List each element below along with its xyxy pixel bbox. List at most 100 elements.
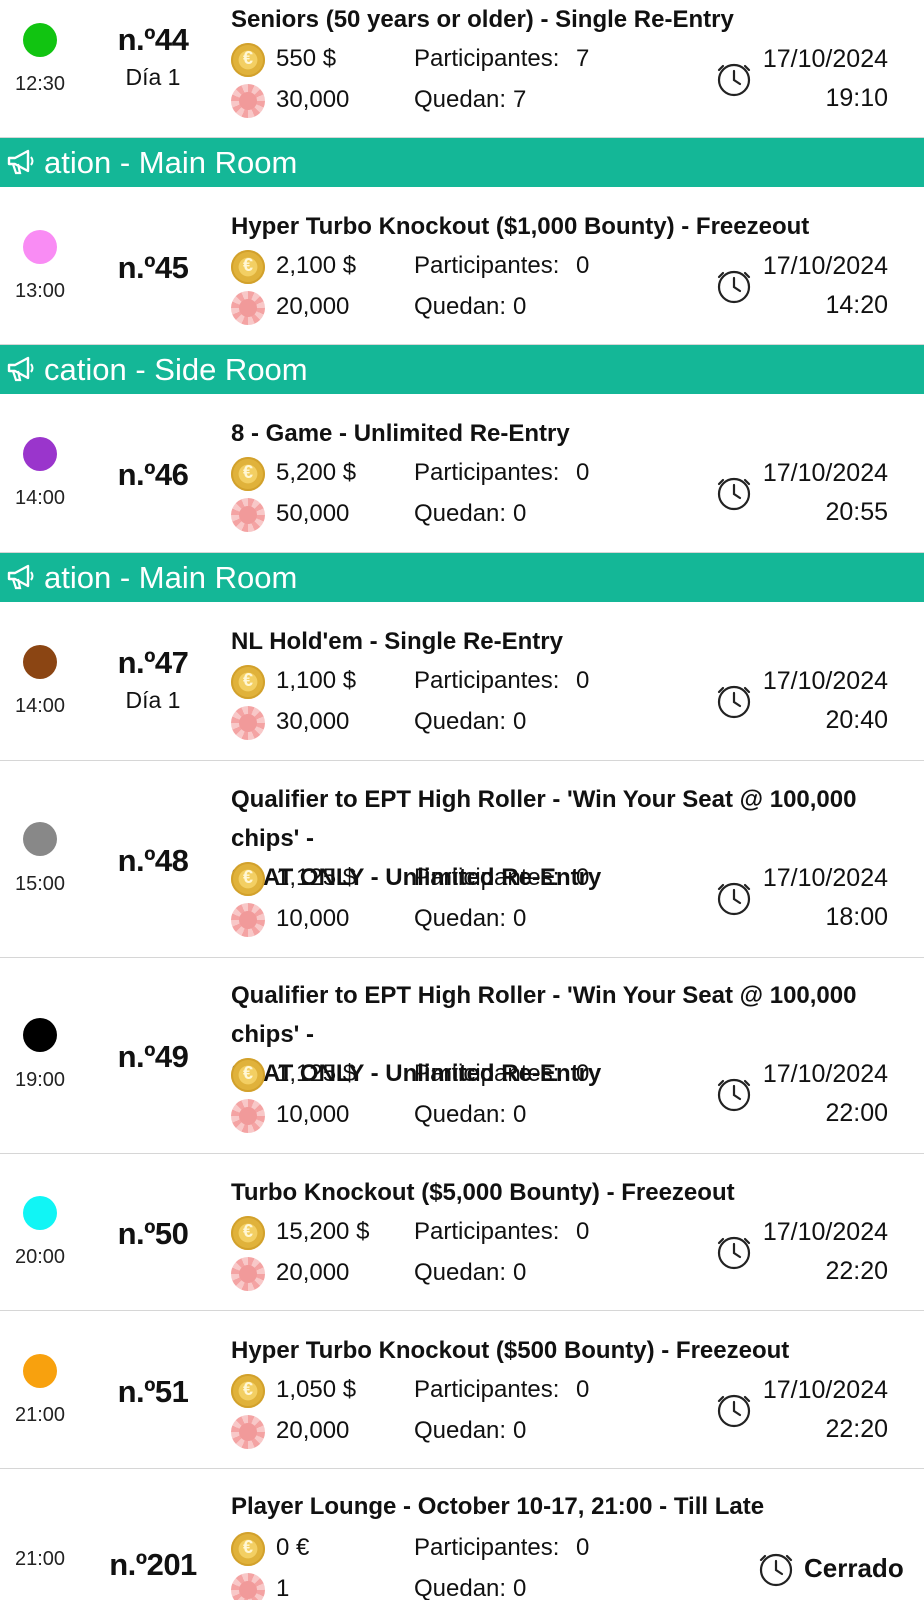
status-dot [23, 1354, 57, 1388]
start-time: 21:00 [14, 1548, 66, 1570]
participants-value: 0 [576, 1376, 590, 1403]
remaining-value: 0 [513, 293, 527, 320]
start-time: 14:00 [14, 487, 66, 509]
end-time: 20:40 [825, 706, 888, 734]
tournament-row[interactable]: 14:00 n.º46 8 - Game - Unlimited Re-Entr… [0, 394, 924, 553]
buyin-coin-icon [231, 1374, 265, 1408]
clock-icon [717, 270, 751, 304]
tournament-number: n.º49 [117, 1039, 189, 1074]
tournament-number-block: n.º44 Día 1 [96, 22, 210, 91]
starting-chips: 1 [276, 1575, 290, 1600]
status-dot [23, 822, 57, 856]
tournament-title: Player Lounge - October 10-17, 21:00 - T… [231, 1493, 765, 1520]
tournament-row[interactable]: 15:00 n.º48 Qualifier to EPT High Roller… [0, 761, 924, 958]
date: 17/10/2024 [762, 1218, 888, 1246]
tournament-number: n.º45 [117, 250, 189, 285]
banner-text: ation - Main Room [44, 560, 298, 595]
poker-chip-icon [231, 706, 265, 740]
end-time: 22:20 [825, 1415, 888, 1443]
starting-chips: 50,000 [276, 500, 350, 527]
tournament-number-block: n.º201 [96, 1547, 210, 1583]
clock-icon [717, 1394, 751, 1428]
tournament-title: NL Hold'em - Single Re-Entry [231, 628, 563, 655]
status-dot [23, 1018, 57, 1052]
tournament-row[interactable]: 13:00 n.º45 Hyper Turbo Knockout ($1,000… [0, 187, 924, 345]
buyin-coin-icon [231, 1216, 265, 1250]
remaining-label: Quedan: [414, 500, 507, 527]
starting-chips: 10,000 [276, 1101, 350, 1128]
start-time: 13:00 [14, 280, 66, 302]
poker-chip-icon [231, 1573, 265, 1600]
starting-chips: 30,000 [276, 86, 350, 113]
megaphone-icon [7, 356, 34, 382]
status-dot [23, 230, 57, 264]
remaining-label: Quedan: [414, 905, 507, 932]
participants-label: Participantes: [414, 45, 560, 72]
tournament-number-block: n.º50 [96, 1216, 210, 1252]
end-time: 22:00 [825, 1099, 888, 1127]
participants-value: 0 [576, 252, 590, 279]
remaining-label: Quedan: [414, 1575, 507, 1600]
tournament-title: Turbo Knockout ($5,000 Bounty) - Freezeo… [231, 1179, 735, 1206]
participants-value: 0 [576, 1534, 590, 1561]
start-time: 12:30 [14, 73, 66, 95]
clock-icon [717, 63, 751, 97]
start-time: 15:00 [14, 873, 66, 895]
tournament-number: n.º46 [117, 457, 189, 492]
tournament-number: n.º48 [117, 843, 189, 878]
date: 17/10/2024 [762, 459, 888, 487]
remaining-value: 0 [513, 905, 527, 932]
participants-label: Participantes: [414, 1534, 560, 1561]
poker-chip-icon [231, 1257, 265, 1291]
status-dot [23, 1196, 57, 1230]
tournament-day: Día 1 [125, 64, 181, 90]
date: 17/10/2024 [762, 864, 888, 892]
tournament-number: n.º201 [109, 1547, 197, 1582]
tournament-row[interactable]: 19:00 n.º49 Qualifier to EPT High Roller… [0, 958, 924, 1154]
date: 17/10/2024 [762, 1376, 888, 1404]
starting-chips: 20,000 [276, 293, 350, 320]
participants-label: Participantes: [414, 1218, 560, 1245]
starting-chips: 20,000 [276, 1259, 350, 1286]
end-time: 14:20 [825, 291, 888, 319]
poker-chip-icon [231, 1099, 265, 1133]
remaining-label: Quedan: [414, 1101, 507, 1128]
date: 17/10/2024 [762, 667, 888, 695]
end-time: 18:00 [825, 903, 888, 931]
participants-label: Participantes: [414, 1060, 560, 1087]
tournament-number: n.º47 [117, 645, 189, 680]
tournament-title: Hyper Turbo Knockout ($500 Bounty) - Fre… [231, 1337, 790, 1364]
participants-value: 0 [576, 459, 590, 486]
clock-icon [759, 1553, 793, 1587]
tournament-number-block: n.º45 [96, 250, 210, 286]
clock-icon [717, 1078, 751, 1112]
tournament-number: n.º44 [117, 22, 189, 57]
tournament-row[interactable]: 20:00 n.º50 Turbo Knockout ($5,000 Bount… [0, 1154, 924, 1311]
participants-value: 0 [576, 667, 590, 694]
tournament-row[interactable]: 12:30 n.º44 Día 1 Seniors (50 years or o… [0, 0, 924, 138]
end-time: 19:10 [825, 84, 888, 112]
end-time: 20:55 [825, 498, 888, 526]
megaphone-icon [7, 564, 34, 590]
start-time: 20:00 [14, 1246, 66, 1268]
tournament-row[interactable]: 21:00 n.º201 Player Lounge - October 10-… [0, 1469, 924, 1600]
tournament-number: n.º50 [117, 1216, 189, 1251]
megaphone-icon [7, 149, 34, 175]
date: 17/10/2024 [762, 45, 888, 73]
remaining-label: Quedan: [414, 293, 507, 320]
starting-chips: 20,000 [276, 1417, 350, 1444]
tournament-row[interactable]: 14:00 n.º47 Día 1 NL Hold'em - Single Re… [0, 602, 924, 761]
remaining-value: 0 [513, 1417, 527, 1444]
buyin-value: 1,050 $ [276, 1376, 357, 1403]
tournament-number: n.º51 [117, 1374, 189, 1409]
participants-label: Participantes: [414, 667, 560, 694]
buyin-coin-icon [231, 665, 265, 699]
tournament-number-block: n.º49 [96, 1039, 210, 1075]
remaining-value: 7 [513, 86, 527, 113]
tournament-day: Día 1 [125, 687, 181, 713]
starting-chips: 30,000 [276, 708, 350, 735]
remaining-label: Quedan: [414, 708, 507, 735]
clock-icon [717, 882, 751, 916]
tournament-row[interactable]: 21:00 n.º51 Hyper Turbo Knockout ($500 B… [0, 1311, 924, 1469]
location-banner: ation - Main Room [0, 553, 924, 602]
